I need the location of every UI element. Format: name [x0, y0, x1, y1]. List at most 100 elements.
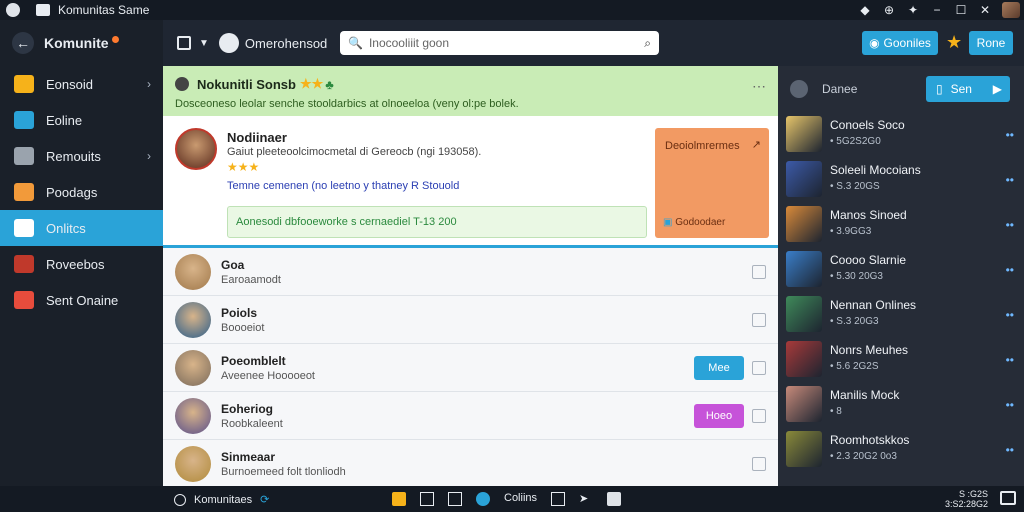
game-item[interactable]: Coooo Slarnie • 5.30 20G3 •• — [786, 247, 1016, 291]
list-item-checkbox[interactable] — [752, 313, 766, 327]
more-icon[interactable]: •• — [1006, 353, 1014, 367]
more-icon[interactable]: •• — [1006, 308, 1014, 322]
sidebar-item-6[interactable]: Sent Onaine — [0, 282, 163, 318]
sync-icon: ⟳ — [260, 494, 270, 506]
banner-stars: ★★ — [299, 76, 324, 91]
game-item[interactable]: Nennan Onlines • S.3 20G3 •• — [786, 292, 1016, 336]
sidebar-item-label: Poodags — [46, 184, 98, 200]
send-icon[interactable]: ➤ — [579, 492, 593, 506]
sidebar-item-5[interactable]: Roveebos — [0, 246, 163, 282]
settings-gear-icon — [175, 77, 189, 91]
game-item[interactable]: Soleeli Mocoians • S.3 20GS •• — [786, 157, 1016, 201]
clear-search-icon[interactable]: ⌕ — [644, 36, 651, 51]
sidebar-item-label: Onlitcs — [46, 220, 86, 236]
doc-icon: ▯ — [936, 82, 943, 96]
more-icon[interactable]: •• — [1006, 263, 1014, 277]
sidebar-item-icon — [14, 255, 34, 273]
calendar-icon[interactable] — [448, 492, 462, 506]
list-item[interactable]: Poiols Boooeiot — [163, 296, 778, 344]
chevron-right-icon: › — [147, 77, 151, 91]
globe-icon[interactable]: ⊕ — [882, 3, 896, 17]
avatar[interactable] — [175, 398, 211, 434]
sidebar-item-label: Roveebos — [46, 256, 105, 272]
game-name: Manilis Mock — [830, 388, 900, 402]
game-item[interactable]: Manilis Mock • 8 •• — [786, 382, 1016, 426]
sidebar-item-icon — [14, 219, 34, 237]
maximize-button[interactable]: ☐ — [954, 3, 968, 17]
secondary-action-label: Rone — [976, 36, 1006, 50]
list-item-name: Poeomblelt — [221, 354, 286, 368]
avatar[interactable] — [175, 254, 211, 290]
sidebar-item-icon — [14, 147, 34, 165]
chevron-down-icon[interactable]: ▼ — [199, 38, 209, 49]
chart-icon[interactable] — [420, 492, 434, 506]
title-bar-controls: ◆ ⊕ ✦ − ☐ ✕ — [858, 2, 1020, 18]
message-icon[interactable] — [1000, 491, 1016, 505]
sidebar-title: Komunite — [44, 35, 109, 51]
list-item-sub: Burnoemeed folt tlonliodh — [221, 466, 346, 478]
bottom-community[interactable]: Komunitaes ⟳ — [174, 493, 269, 506]
featured-avatar[interactable] — [175, 128, 217, 170]
game-thumbnail — [786, 431, 822, 467]
game-name: Roomhotskkos — [830, 433, 910, 447]
list-item-checkbox[interactable] — [752, 265, 766, 279]
browser-icon[interactable] — [476, 492, 490, 506]
list-item-sub: Aveenee Hooooeot — [221, 370, 315, 382]
sidebar-item-2[interactable]: Remouits › — [0, 138, 163, 174]
game-sub: • 5.6 2G2S — [830, 361, 879, 372]
breadcrumb[interactable]: Omerohensod — [245, 36, 327, 51]
diamond-icon[interactable]: ◆ — [858, 3, 872, 17]
more-icon[interactable]: •• — [1006, 128, 1014, 142]
avatar[interactable] — [175, 350, 211, 386]
document-icon[interactable] — [607, 492, 622, 506]
featured-promo-tile[interactable]: Deoiolmrermes ↗ ▣ Godoodaer — [655, 128, 769, 238]
list-item-checkbox[interactable] — [752, 409, 766, 423]
avatar[interactable] — [175, 302, 211, 338]
game-item[interactable]: Roomhotskkos • 2.3 20G2 0o3 •• — [786, 427, 1016, 471]
more-icon[interactable]: •• — [1006, 443, 1014, 457]
game-sub: • 8 — [830, 406, 842, 417]
badge-icon[interactable]: ✦ — [906, 3, 920, 17]
game-item[interactable]: Manos Sinoed • 3.9GG3 •• — [786, 202, 1016, 246]
list-item-checkbox[interactable] — [752, 361, 766, 375]
minimize-button[interactable]: − — [930, 3, 944, 17]
list-item[interactable]: Poeomblelt Aveenee Hooooeot Mee — [163, 344, 778, 392]
sidebar-item-label: Remouits — [46, 148, 101, 164]
list-item[interactable]: Goa Earoaamodt — [163, 248, 778, 296]
gamepad-icon — [790, 80, 808, 98]
close-button[interactable]: ✕ — [978, 3, 992, 17]
list-item-checkbox[interactable] — [752, 457, 766, 471]
folder-icon[interactable] — [392, 492, 406, 506]
primary-action-button[interactable]: ◉ Gooniles — [862, 31, 938, 55]
list-item[interactable]: Eoheriog Roobkaleent Hoeo — [163, 392, 778, 440]
more-options-icon[interactable]: ⋯ — [752, 78, 766, 95]
more-icon[interactable]: •• — [1006, 173, 1014, 187]
sidebar-item-1[interactable]: Eoline — [0, 102, 163, 138]
sidebar-item-0[interactable]: Eonsoid › — [0, 66, 163, 102]
avatar[interactable] — [175, 446, 211, 482]
star-icon[interactable]: ★ — [946, 33, 964, 51]
list-item-action-button[interactable]: Mee — [694, 356, 744, 380]
home-icon[interactable] — [177, 36, 191, 50]
more-icon[interactable]: •• — [1006, 398, 1014, 412]
promo-icon: ▣ — [663, 217, 673, 228]
games-search-button[interactable]: ▯ Sen ▶ — [926, 76, 1010, 102]
list-item[interactable]: Sinmeaar Burnoemeed folt tlonliodh — [163, 440, 778, 488]
more-icon[interactable]: •• — [1006, 218, 1014, 232]
games-search-label: Sen — [950, 82, 972, 96]
avatar[interactable] — [1002, 2, 1020, 18]
terminal-icon[interactable] — [551, 492, 566, 506]
list-item-action-button[interactable]: Hoeo — [694, 404, 744, 428]
game-item[interactable]: Nonrs Meuhes • 5.6 2G2S •• — [786, 337, 1016, 381]
game-thumbnail — [786, 116, 822, 152]
game-name: Coooo Slarnie — [830, 253, 907, 267]
game-sub: • S.3 20G3 — [830, 316, 879, 327]
sidebar-item-4[interactable]: Onlitcs — [0, 210, 163, 246]
secondary-action-button[interactable]: Rone — [969, 31, 1013, 55]
game-item[interactable]: Conoels Soco • 5G2S2G0 •• — [786, 112, 1016, 156]
list-item-name: Eoheriog — [221, 402, 274, 416]
sidebar-item-3[interactable]: Poodags — [0, 174, 163, 210]
back-button[interactable]: ← — [12, 32, 34, 54]
search-input[interactable]: 🔍 Inocooliiit goon ⌕ — [340, 31, 659, 55]
taskbar-icons: Coliins ➤ — [392, 492, 622, 506]
